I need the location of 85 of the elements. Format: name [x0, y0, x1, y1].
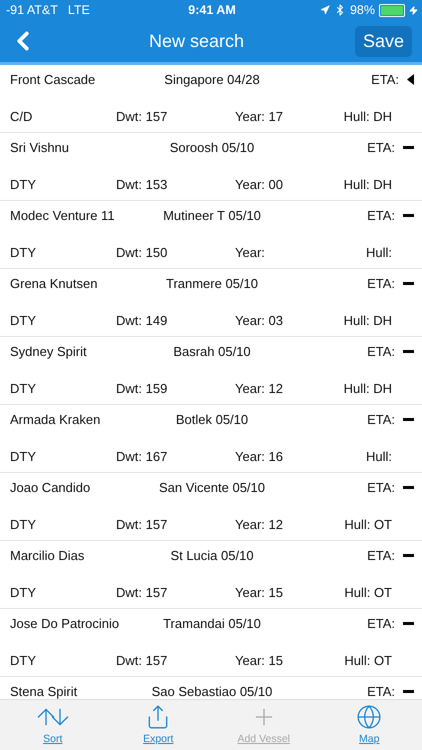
dwt-value: Dwt: 159: [116, 381, 168, 396]
charging-icon: [409, 6, 418, 14]
vessel-name: Stena Spirit: [10, 684, 78, 699]
hull-value: Hull: DH: [342, 177, 393, 192]
year-value: Year: 15: [235, 653, 284, 668]
port-date: Basrah 05/10: [172, 344, 252, 359]
eta-label: ETA:: [367, 208, 395, 223]
vessel-row[interactable]: Sri Vishnu Soroosh 05/10 ETA: DTY Dwt: 153 Year: 00 Hull: DH: [0, 133, 422, 201]
eta-label: ETA:: [367, 412, 395, 427]
eta-label: ETA:: [367, 276, 395, 291]
port-date: St Lucia 05/10: [169, 548, 255, 563]
port-date: Tranmere 05/10: [164, 276, 259, 291]
hull-value: Hull: OT: [343, 653, 393, 668]
vessel-name: Joao Candido: [10, 480, 92, 495]
vessel-type: DTY: [10, 653, 37, 668]
hull-value: Hull: DH: [342, 313, 393, 328]
vessel-name: Modec Venture 11: [10, 208, 116, 223]
port-date: San Vicente 05/10: [158, 480, 266, 495]
vessel-name: Front Cascade: [10, 72, 96, 87]
port-date: Soroosh 05/10: [168, 140, 256, 155]
year-value: Year: 03: [235, 313, 284, 328]
vessel-name: Jose Do Patrocinio: [10, 616, 120, 631]
vessel-type: DTY: [10, 313, 37, 328]
port-date: Mutineer T 05/10: [162, 208, 262, 223]
save-button[interactable]: Save: [354, 26, 412, 56]
eta-label: ETA:: [367, 684, 395, 699]
dwt-value: Dwt: 157: [116, 653, 168, 668]
year-value: Year: 17: [235, 109, 284, 124]
carrier-text: -91 AT&T: [6, 3, 58, 17]
year-value: Year: 12: [235, 517, 284, 532]
eta-label: ETA:: [367, 140, 395, 155]
vessel-row[interactable]: Front Cascade Singapore 04/28 ETA: C/D Dwt: 157 Year: 17 Hull: DH: [0, 65, 422, 133]
battery-percent: 98%: [350, 3, 375, 17]
hull-value: Hull: DH: [342, 381, 393, 396]
dwt-value: Dwt: 150: [116, 245, 168, 260]
port-date: Sao Sebastiao 05/10: [150, 684, 274, 699]
dwt-value: Dwt: 157: [116, 109, 168, 124]
year-value: Year: 00: [235, 177, 284, 192]
dwt-value: Dwt: 157: [116, 517, 168, 532]
vessel-name: Armada Kraken: [10, 412, 102, 427]
vessel-name: Grena Knutsen: [10, 276, 98, 291]
year-value: Year:: [235, 245, 266, 260]
vessel-type: DTY: [10, 177, 37, 192]
vessel-row[interactable]: Joao Candido San Vicente 05/10 ETA: DTY Dwt: 157 Year: 12 Hull: OT: [0, 473, 422, 541]
hull-value: Hull:: [364, 245, 393, 260]
dwt-value: Dwt: 149: [116, 313, 168, 328]
network-text: LTE: [68, 3, 90, 17]
dwt-value: Dwt: 167: [116, 449, 168, 464]
vessel-row[interactable]: Jose Do Patrocinio Tramandai 05/10 ETA: DTY Dwt: 157 Year: 15 Hull: OT: [0, 609, 422, 677]
vessel-type: C/D: [10, 109, 34, 124]
eta-label: ETA:: [367, 344, 395, 359]
globe-icon: [356, 704, 382, 730]
vessel-type: DTY: [10, 381, 37, 396]
port-date: Tramandai 05/10: [162, 616, 262, 631]
vessel-name: Marcilio Dias: [10, 548, 86, 563]
year-value: Year: 12: [235, 381, 284, 396]
vessel-type: DTY: [10, 449, 37, 464]
location-icon: [320, 5, 330, 15]
port-date: Singapore 04/28: [163, 72, 261, 87]
dwt-value: Dwt: 153: [116, 177, 168, 192]
screen-title: New search: [148, 30, 245, 52]
vessel-row[interactable]: Armada Kraken Botlek 05/10 ETA: DTY Dwt: 167 Year: 16 Hull:: [0, 405, 422, 473]
hull-value: Hull: OT: [343, 517, 393, 532]
port-date: Botlek 05/10: [174, 412, 250, 427]
vessel-row[interactable]: Marcilio Dias St Lucia 05/10 ETA: DTY Dwt: 157 Year: 15 Hull: OT: [0, 541, 422, 609]
battery-icon: [379, 4, 405, 16]
eta-label: ETA:: [367, 480, 395, 495]
year-value: Year: 15: [235, 585, 284, 600]
vessel-row[interactable]: Grena Knutsen Tranmere 05/10 ETA: DTY Dwt: 149 Year: 03 Hull: DH: [0, 269, 422, 337]
eta-label: ETA:: [367, 616, 395, 631]
hull-value: Hull:: [364, 449, 393, 464]
eta-label: ETA:: [367, 548, 395, 563]
dwt-value: Dwt: 157: [116, 585, 168, 600]
hull-value: Hull: OT: [343, 585, 393, 600]
vessel-type: DTY: [10, 517, 37, 532]
vessel-type: DTY: [10, 585, 37, 600]
eta-label: ETA:: [371, 72, 399, 87]
hull-value: Hull: DH: [342, 109, 393, 124]
vessel-type: DTY: [10, 245, 37, 260]
vessel-name: Sri Vishnu: [10, 140, 70, 155]
year-value: Year: 16: [235, 449, 284, 464]
vessel-row[interactable]: Sydney Spirit Basrah 05/10 ETA: DTY Dwt: 159 Year: 12 Hull: DH: [0, 337, 422, 405]
clock-text: 9:41 AM: [188, 3, 236, 17]
vessel-row[interactable]: Modec Venture 11 Mutineer T 05/10 ETA: DTY Dwt: 150 Year: Hull:: [0, 201, 422, 269]
vessel-name: Sydney Spirit: [10, 344, 88, 359]
